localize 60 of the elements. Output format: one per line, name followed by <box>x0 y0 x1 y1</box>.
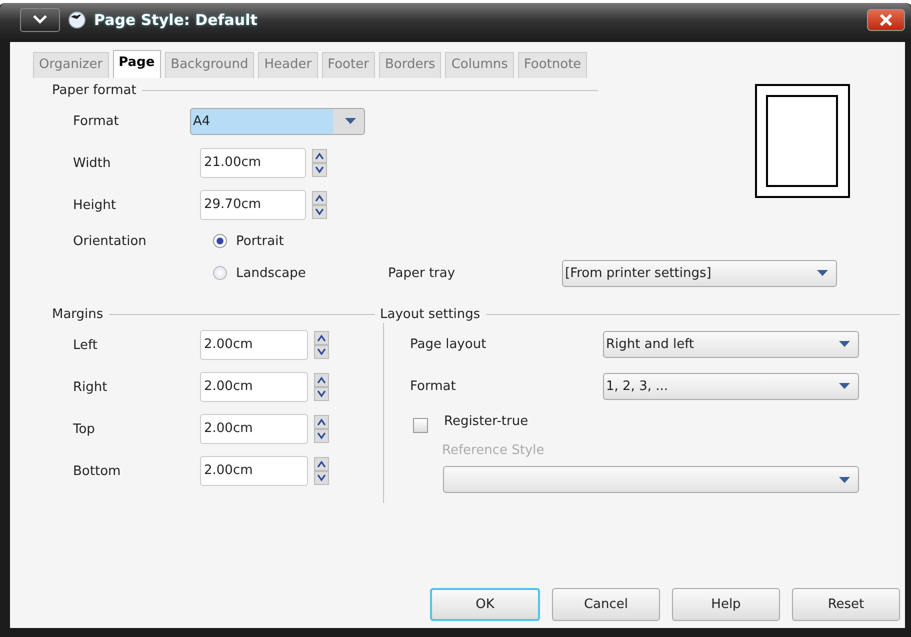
input-field[interactable]: 2.00cm <box>200 456 308 486</box>
field-label: Top <box>73 422 96 436</box>
radio-button[interactable] <box>213 234 227 248</box>
dialog-button[interactable]: Cancel <box>552 588 660 621</box>
spinner-arrows-icon <box>314 415 329 443</box>
dropdown[interactable]: Right and left <box>603 330 859 358</box>
field-label: Orientation <box>73 234 148 248</box>
spinner-arrows-icon <box>314 331 329 359</box>
caret-icon <box>345 118 356 124</box>
input-field[interactable]: 21.00cm <box>200 148 306 178</box>
input-field[interactable]: 29.70cm <box>200 190 306 220</box>
tab[interactable]: Header <box>258 52 318 78</box>
checkbox[interactable] <box>413 418 428 432</box>
window-title: Page Style: Default <box>94 10 258 28</box>
tab[interactable]: Footer <box>322 52 375 78</box>
input-field[interactable]: 2.00cm <box>200 414 308 444</box>
radio-label: Landscape <box>236 266 306 280</box>
caret-icon <box>839 383 850 389</box>
tab[interactable]: Borders <box>378 52 442 78</box>
field-label: Reference Style <box>442 443 546 458</box>
field-label: Format <box>410 378 457 394</box>
field-label: Paper tray <box>388 266 456 280</box>
field-label: Height <box>73 198 117 212</box>
spinner-arrows-icon <box>312 191 327 219</box>
input-field[interactable]: 2.00cm <box>200 330 308 360</box>
field-label: Width <box>73 156 112 170</box>
dialog-button[interactable]: Help <box>672 588 780 621</box>
section-title: Layout settings <box>380 306 480 322</box>
tab[interactable]: Footnote <box>518 52 588 78</box>
dialog-button[interactable]: OK <box>430 588 540 621</box>
dropdown[interactable]: [From printer settings] <box>562 260 837 286</box>
caret-icon <box>839 476 850 482</box>
field-label: Format <box>73 114 120 128</box>
tab[interactable]: Background <box>164 52 254 78</box>
close-button[interactable] <box>867 8 905 30</box>
field-label: Bottom <box>73 464 122 478</box>
field-label: Page layout <box>410 336 488 352</box>
radio-button[interactable] <box>213 266 227 280</box>
tab[interactable]: Page <box>112 50 161 78</box>
input-field[interactable]: 2.00cm <box>200 372 308 402</box>
dropdown[interactable]: 1, 2, 3, ... <box>603 372 859 400</box>
tab[interactable]: Columns <box>445 52 514 78</box>
spinner-arrows-icon <box>314 457 329 485</box>
spinner-arrows-icon <box>314 373 329 401</box>
app-icon <box>68 10 86 28</box>
radio-label: Portrait <box>236 234 284 248</box>
window-menu-button[interactable] <box>20 8 60 32</box>
dropdown[interactable]: A4 <box>190 108 365 134</box>
field-label: Right <box>73 380 108 394</box>
checkbox-label: Register-true <box>444 414 528 428</box>
tab[interactable]: Organizer <box>33 52 109 78</box>
close-icon <box>879 14 893 26</box>
section-title: Paper format <box>52 82 136 98</box>
caret-icon <box>817 270 828 276</box>
chevron-down-icon <box>33 15 47 24</box>
caret-icon <box>839 341 850 347</box>
field-label: Left <box>73 338 98 352</box>
dialog-button[interactable]: Reset <box>792 588 900 621</box>
section-title: Margins <box>52 306 104 322</box>
spinner-arrows-icon <box>312 149 327 177</box>
